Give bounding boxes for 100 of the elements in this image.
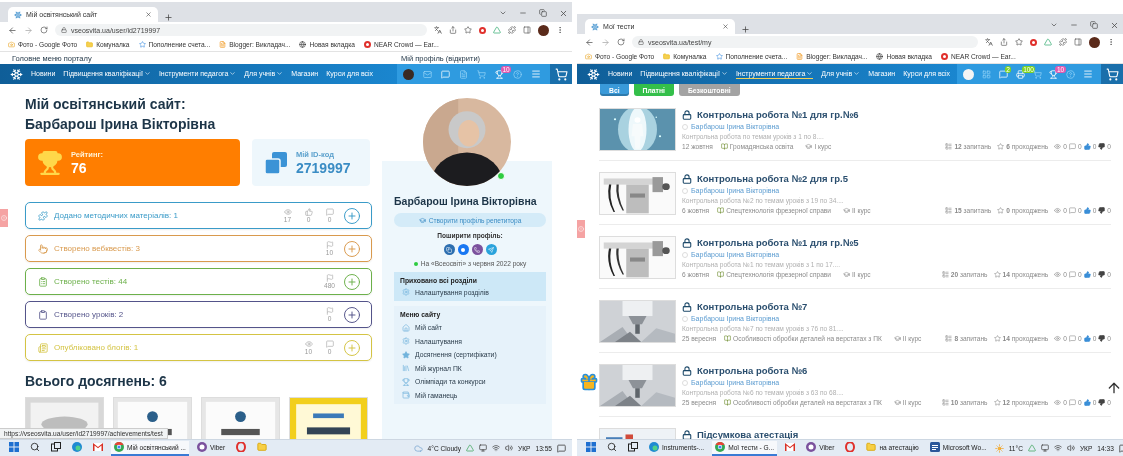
search-icon[interactable]	[30, 442, 40, 452]
windows-icon[interactable]	[9, 442, 19, 452]
thumbs-down-icon[interactable]	[1098, 143, 1106, 150]
site-logo-icon[interactable]	[587, 67, 600, 81]
new-tab-icon[interactable]	[741, 25, 750, 34]
side-panel-icon[interactable]	[1074, 38, 1082, 46]
menu-icon[interactable]	[531, 69, 541, 79]
graduation-cap-icon	[893, 335, 901, 342]
share-icon[interactable]	[485, 244, 497, 255]
thumbs-down-icon[interactable]	[1098, 335, 1106, 342]
add-icon[interactable]	[343, 272, 361, 291]
star-icon[interactable]	[464, 26, 472, 34]
restore-icon[interactable]	[539, 9, 547, 17]
translate-icon[interactable]	[985, 38, 993, 46]
new-tab-icon[interactable]	[164, 13, 173, 22]
thumbs-up-icon[interactable]	[1083, 207, 1091, 214]
windows-icon[interactable]	[586, 442, 596, 452]
opera-icon[interactable]	[236, 442, 247, 452]
task-view-icon[interactable]	[628, 442, 638, 452]
thumbs-up-icon[interactable]	[1083, 271, 1091, 278]
cart-icon[interactable]	[1032, 69, 1042, 79]
avatar-icon[interactable]	[403, 68, 414, 80]
site-logo-icon[interactable]	[10, 67, 23, 81]
monitor-icon	[1040, 444, 1049, 452]
status-dot	[413, 261, 418, 266]
test-title[interactable]: Контрольна робота №1 для гр.№5	[697, 237, 859, 248]
close-icon[interactable]	[145, 11, 152, 18]
test-title[interactable]: Контрольна робота №1 для гр.№6	[697, 109, 859, 120]
chrome-icon[interactable]	[715, 442, 726, 452]
drive-icon	[466, 444, 475, 452]
star-icon	[993, 399, 1001, 406]
side-panel-icon[interactable]	[523, 26, 531, 34]
mail-icon[interactable]	[93, 442, 103, 452]
test-title[interactable]: Контрольна робота №6	[697, 365, 808, 376]
questions-icon	[945, 207, 953, 214]
thumbs-up-icon[interactable]	[1083, 399, 1091, 406]
close-icon[interactable]	[1110, 20, 1119, 30]
drive-icon[interactable]	[1044, 38, 1052, 46]
translate-icon[interactable]	[434, 26, 442, 34]
close-icon[interactable]	[559, 8, 568, 18]
newspaper-icon	[38, 342, 48, 353]
share-icon[interactable]	[471, 244, 483, 255]
thumbs-up-icon	[304, 208, 313, 216]
share-icon[interactable]	[443, 244, 455, 255]
share-icon[interactable]	[449, 26, 457, 34]
cart-button[interactable]	[550, 64, 572, 84]
profile-icon[interactable]	[1089, 36, 1100, 48]
thumbs-down-icon[interactable]	[1098, 271, 1106, 278]
reload-icon[interactable]	[40, 26, 48, 34]
reload-icon[interactable]	[617, 38, 625, 46]
chrome-icon[interactable]	[114, 442, 124, 452]
test-title[interactable]: Контрольна робота №2 для гр.5	[697, 173, 848, 184]
eye-icon	[1054, 207, 1062, 214]
back-icon[interactable]	[585, 37, 594, 47]
task-view-icon[interactable]	[51, 442, 61, 452]
extensions-icon[interactable]	[508, 26, 516, 34]
mail-icon[interactable]	[785, 442, 796, 452]
trophy-icon[interactable]	[495, 69, 504, 79]
share-icon[interactable]	[1000, 38, 1008, 46]
chevron-down-icon[interactable]	[499, 9, 507, 17]
menu-icon[interactable]	[1083, 69, 1094, 79]
forward-icon[interactable]	[24, 25, 33, 35]
add-icon[interactable]	[343, 305, 361, 324]
printer-icon[interactable]	[1015, 69, 1025, 79]
scroll-top-icon[interactable]	[1106, 380, 1122, 396]
search-icon[interactable]	[607, 442, 617, 452]
star-icon	[997, 143, 1005, 150]
globe-icon	[299, 41, 307, 48]
thumbs-down-icon[interactable]	[1098, 399, 1106, 406]
forward-icon[interactable]	[601, 37, 610, 47]
thumbs-up-icon[interactable]	[1083, 335, 1091, 342]
share-icon[interactable]	[457, 244, 469, 255]
puzzle-icon	[38, 210, 48, 221]
add-icon[interactable]	[343, 206, 361, 225]
comment-icon	[1069, 335, 1076, 342]
thumbs-up-icon[interactable]	[1083, 143, 1091, 150]
ring-icon[interactable]	[1030, 38, 1037, 46]
cart-button[interactable]	[1101, 64, 1123, 84]
notifications-icon[interactable]	[557, 443, 566, 453]
chat-icon[interactable]	[998, 69, 1008, 79]
trophy-icon[interactable]	[1049, 69, 1059, 79]
opera-icon[interactable]	[845, 442, 856, 452]
star-icon[interactable]	[1015, 38, 1023, 46]
extensions-icon[interactable]	[1059, 38, 1067, 46]
test-title[interactable]: Контрольна робота №7	[697, 301, 808, 312]
chevron-down-icon[interactable]	[1050, 21, 1058, 29]
drive-icon[interactable]	[493, 26, 501, 34]
avatar-icon[interactable]	[963, 68, 974, 80]
more-icon[interactable]	[556, 26, 564, 34]
back-icon[interactable]	[8, 25, 17, 35]
more-icon[interactable]	[1107, 38, 1115, 46]
document-icon[interactable]	[929, 442, 940, 452]
chat-icon[interactable]	[441, 69, 450, 79]
restore-icon[interactable]	[1090, 21, 1098, 29]
close-icon[interactable]	[722, 23, 729, 30]
star-icon	[997, 207, 1005, 214]
gift-icon[interactable]	[579, 372, 599, 392]
profile-icon[interactable]	[538, 24, 549, 36]
thumbs-down-icon[interactable]	[1098, 207, 1106, 214]
ring-icon[interactable]	[479, 26, 486, 34]
